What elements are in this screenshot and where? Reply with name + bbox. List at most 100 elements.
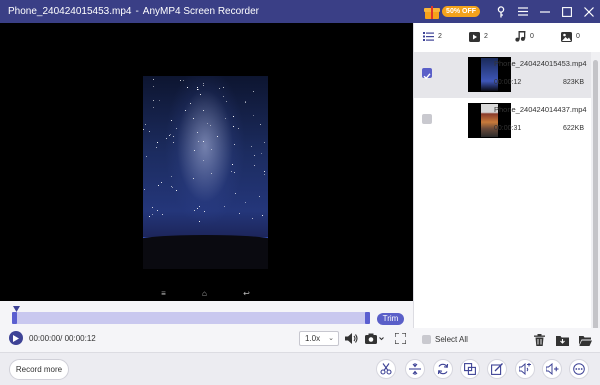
star bbox=[145, 124, 146, 125]
star bbox=[194, 150, 195, 151]
star bbox=[171, 120, 172, 121]
star bbox=[235, 193, 236, 194]
star bbox=[199, 206, 200, 207]
file-row[interactable]: Phone_240424015453.mp4 00:00:12 823KB bbox=[414, 52, 592, 98]
star bbox=[176, 128, 177, 129]
minimize-icon[interactable] bbox=[534, 0, 556, 23]
star bbox=[225, 118, 226, 119]
star bbox=[198, 89, 199, 90]
trim-button[interactable]: Trim bbox=[377, 313, 404, 325]
volume-boost-button[interactable] bbox=[515, 359, 535, 379]
star bbox=[171, 176, 172, 177]
file-checkbox-checked[interactable] bbox=[422, 68, 432, 80]
tab-image-count: 0 bbox=[576, 33, 580, 40]
tab-video[interactable]: 2 bbox=[469, 31, 506, 42]
star bbox=[153, 86, 154, 87]
edit-tool-button[interactable] bbox=[487, 359, 507, 379]
title-bar: Phone_240424015453.mp4- AnyMP4 Screen Rec… bbox=[0, 0, 600, 23]
file-row[interactable]: Phone_240424014437.mp4 00:00:31 622KB bbox=[414, 98, 592, 144]
select-all-label[interactable]: Select All bbox=[435, 335, 468, 344]
star bbox=[253, 115, 254, 116]
star bbox=[245, 102, 246, 103]
star bbox=[261, 153, 262, 154]
trim-tool-button[interactable] bbox=[376, 359, 396, 379]
star bbox=[185, 110, 186, 111]
close-icon[interactable] bbox=[578, 0, 600, 23]
time-display: 00:00:00/ 00:00:12 bbox=[29, 334, 96, 343]
more-tools-button[interactable] bbox=[569, 359, 589, 379]
menu-icon[interactable] bbox=[512, 0, 534, 23]
phone-back-icon: ↩ bbox=[243, 288, 250, 298]
volume-plus-icon bbox=[545, 363, 558, 375]
speed-select[interactable]: 1.0x ⌄ bbox=[299, 331, 339, 346]
window-title: Phone_240424015453.mp4- AnyMP4 Screen Rec… bbox=[8, 6, 259, 17]
star bbox=[223, 87, 224, 88]
export-folder-icon[interactable] bbox=[554, 332, 570, 348]
snapshot-icon[interactable] bbox=[364, 331, 386, 345]
star bbox=[157, 210, 158, 211]
star bbox=[254, 165, 255, 166]
tab-all[interactable]: 2 bbox=[423, 32, 460, 41]
playhead-marker[interactable] bbox=[13, 306, 20, 313]
promo-button[interactable]: 50% OFF bbox=[424, 5, 480, 19]
scissors-icon bbox=[380, 363, 392, 375]
video-icon bbox=[469, 31, 480, 42]
app-name: AnyMP4 Screen Recorder bbox=[142, 6, 259, 17]
gift-icon bbox=[424, 5, 441, 19]
list-icon bbox=[423, 32, 434, 41]
more-icon bbox=[573, 363, 585, 375]
star bbox=[176, 190, 177, 191]
star bbox=[203, 160, 204, 161]
scrollbar-thumb[interactable] bbox=[593, 60, 598, 338]
trim-track[interactable] bbox=[12, 312, 370, 324]
star bbox=[234, 172, 235, 173]
record-more-button[interactable]: Record more bbox=[9, 359, 69, 380]
play-button[interactable] bbox=[9, 331, 23, 345]
star bbox=[173, 136, 174, 137]
split-tool-button[interactable] bbox=[405, 359, 425, 379]
trim-end-handle[interactable] bbox=[365, 312, 370, 324]
select-all-checkbox[interactable] bbox=[422, 335, 431, 344]
file-list: Phone_240424015453.mp4 00:00:12 823KB Ph… bbox=[414, 52, 592, 144]
video-preview[interactable]: ≡ ⌂ ↩ bbox=[0, 23, 413, 301]
delete-icon[interactable] bbox=[531, 332, 547, 348]
chevron-down-icon: ⌄ bbox=[328, 335, 334, 342]
key-icon[interactable] bbox=[490, 0, 512, 23]
star bbox=[153, 100, 154, 101]
star bbox=[231, 171, 232, 172]
star bbox=[253, 91, 254, 92]
star bbox=[169, 135, 170, 136]
star bbox=[173, 142, 174, 143]
star bbox=[152, 207, 153, 208]
volume-icon[interactable] bbox=[344, 331, 358, 345]
maximize-icon[interactable] bbox=[556, 0, 578, 23]
title-separator: - bbox=[135, 6, 139, 17]
volume-boost-icon bbox=[518, 363, 531, 375]
speed-value: 1.0x bbox=[305, 334, 321, 343]
window-filename: Phone_240424015453.mp4 bbox=[8, 6, 132, 17]
star bbox=[211, 149, 212, 150]
star bbox=[183, 80, 184, 81]
play-icon bbox=[13, 334, 19, 342]
tab-image[interactable]: 0 bbox=[561, 31, 598, 42]
open-folder-icon[interactable] bbox=[577, 332, 593, 348]
trim-start-handle[interactable] bbox=[12, 312, 17, 324]
star bbox=[262, 215, 263, 216]
convert-tool-button[interactable] bbox=[433, 359, 453, 379]
merge-tool-button[interactable] bbox=[460, 359, 480, 379]
star bbox=[194, 210, 195, 211]
merge-icon bbox=[464, 363, 476, 375]
star bbox=[197, 132, 198, 133]
tab-audio[interactable]: 0 bbox=[515, 31, 552, 42]
star bbox=[153, 107, 154, 108]
volume-adjust-button[interactable] bbox=[542, 359, 562, 379]
file-checkbox[interactable] bbox=[422, 114, 432, 124]
star bbox=[259, 196, 260, 197]
star bbox=[254, 155, 255, 156]
tab-video-count: 2 bbox=[484, 33, 488, 40]
file-name: Phone_240424015453.mp4 bbox=[494, 59, 587, 68]
star bbox=[157, 142, 158, 143]
star bbox=[144, 189, 145, 190]
fullscreen-icon[interactable] bbox=[393, 331, 407, 345]
file-list-scrollbar[interactable] bbox=[591, 52, 600, 344]
